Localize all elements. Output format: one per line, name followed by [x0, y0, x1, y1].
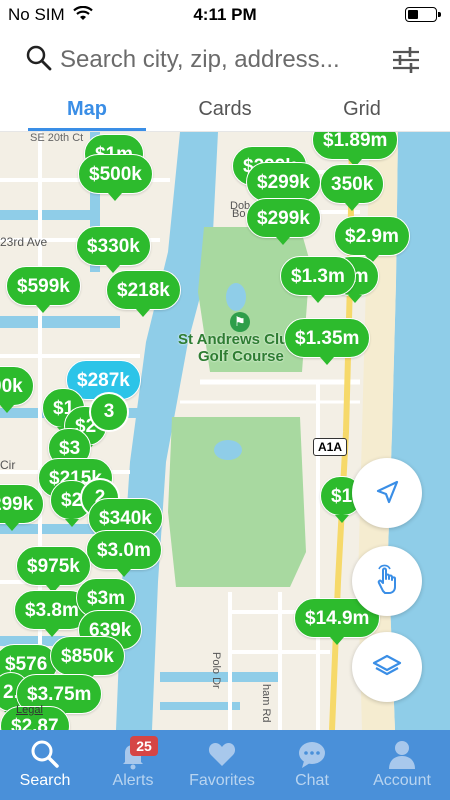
- nav-search[interactable]: Search: [0, 730, 90, 800]
- search-input[interactable]: [60, 42, 380, 78]
- nav-chat[interactable]: Chat: [267, 730, 357, 800]
- price-pin[interactable]: $3.0m: [86, 530, 162, 577]
- price-pin[interactable]: $975k: [16, 546, 91, 593]
- chat-bubble-icon: [299, 742, 325, 768]
- search-bar: [0, 30, 450, 90]
- street-label: SE 20th Ct: [30, 132, 84, 144]
- my-location-button[interactable]: [352, 458, 422, 528]
- search-icon: [31, 740, 59, 768]
- street-label: 23rd Ave: [0, 235, 48, 249]
- poi-label: St Andrews Club: [178, 331, 298, 348]
- nav-favorites[interactable]: Favorites: [177, 730, 267, 800]
- heart-icon: [208, 743, 236, 766]
- person-icon: [389, 741, 415, 769]
- street-label: ham Rd: [260, 684, 272, 723]
- price-pin[interactable]: $1.3m: [280, 256, 356, 303]
- status-bar: No SIM 4:11 PM: [0, 0, 450, 30]
- price-pin[interactable]: $2.9m: [334, 216, 410, 263]
- tab-grid[interactable]: Grid: [302, 98, 422, 121]
- price-pin[interactable]: $850k: [50, 636, 125, 683]
- tab-cards[interactable]: Cards: [165, 98, 285, 121]
- street-label: Bo: [232, 208, 246, 220]
- nav-label: Favorites: [189, 772, 255, 789]
- draw-search-button[interactable]: [352, 546, 422, 616]
- street-label: Cir: [0, 458, 16, 472]
- price-pin[interactable]: $218k: [106, 270, 181, 317]
- legal-link[interactable]: Legal: [16, 704, 43, 716]
- battery-icon: [405, 7, 441, 22]
- layers-icon: [372, 654, 402, 676]
- tab-map[interactable]: Map: [27, 98, 147, 121]
- nav-account[interactable]: Account: [357, 730, 447, 800]
- price-pin[interactable]: 299k: [0, 484, 45, 531]
- price-pin[interactable]: $1.89m: [312, 132, 399, 167]
- nav-label: Account: [373, 772, 431, 789]
- alerts-badge: 25: [130, 736, 158, 756]
- location-arrow-icon: [376, 480, 399, 504]
- hand-pointer-icon: [377, 564, 396, 594]
- search-icon: [25, 44, 53, 77]
- cluster-marker[interactable]: 3: [89, 392, 129, 432]
- active-tab-indicator: [28, 128, 146, 131]
- nav-alerts[interactable]: 25 Alerts: [88, 730, 178, 800]
- highway-shield: A1A: [313, 438, 348, 456]
- map-view[interactable]: SE 20th Ct 23rd Ave Cir Dob Bo ⚑ St Andr…: [0, 132, 450, 730]
- price-pin[interactable]: $1.35m: [284, 318, 371, 365]
- map-layers-button[interactable]: [352, 632, 422, 702]
- view-tabs: Map Cards Grid: [0, 90, 450, 132]
- clock: 4:11 PM: [193, 5, 257, 24]
- nav-label: Search: [19, 772, 71, 789]
- bottom-nav: Search 25 Alerts Favorites Chat Account: [0, 730, 450, 800]
- nav-label: Alerts: [112, 772, 154, 789]
- poi-label: Golf Course: [198, 348, 284, 365]
- nav-label: Chat: [295, 772, 329, 789]
- price-pin[interactable]: $299k: [246, 162, 321, 209]
- price-pin[interactable]: $500k: [78, 154, 153, 201]
- filter-icon[interactable]: [390, 44, 422, 81]
- golf-flag-icon: ⚑: [230, 312, 250, 332]
- street-label: Polo Dr: [210, 652, 222, 689]
- price-pin[interactable]: 350k: [320, 164, 385, 211]
- price-pin[interactable]: $299k: [246, 198, 321, 245]
- price-pin[interactable]: $330k: [76, 226, 151, 273]
- price-pin[interactable]: $599k: [6, 266, 81, 313]
